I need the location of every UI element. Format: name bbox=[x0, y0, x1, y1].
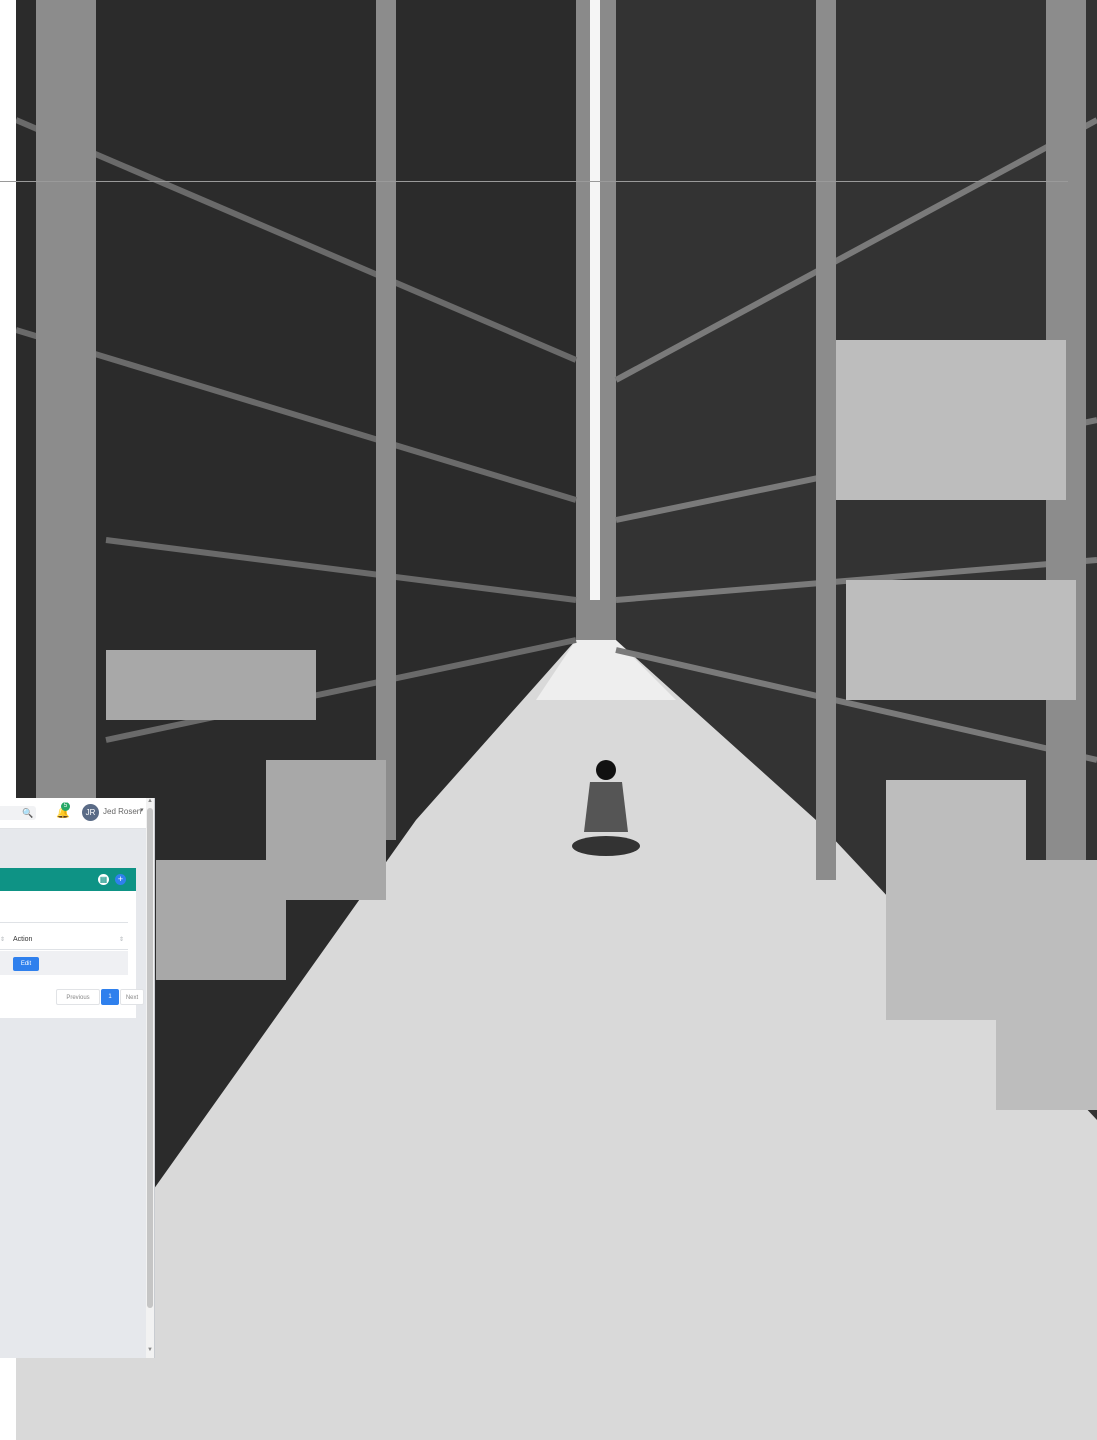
notification-badge: 5 bbox=[61, 802, 70, 811]
next-page-button[interactable]: Next bbox=[120, 989, 144, 1005]
search-icon[interactable]: 🔍 bbox=[22, 806, 33, 820]
page-1-button[interactable]: 1 bbox=[101, 989, 119, 1005]
plus-icon[interactable]: + bbox=[115, 874, 126, 885]
warehouse-background-photo bbox=[16, 0, 1097, 1440]
sort-icon[interactable]: ⇕ bbox=[119, 936, 124, 943]
user-name[interactable]: Jed Rosen bbox=[103, 807, 141, 816]
warehouse-illustration bbox=[16, 0, 1097, 1440]
avatar[interactable]: JR bbox=[82, 804, 99, 821]
divider bbox=[0, 922, 128, 923]
scroll-up-icon[interactable]: ▲ bbox=[147, 798, 153, 804]
chevron-down-icon[interactable]: ▾ bbox=[140, 806, 144, 814]
edit-button[interactable]: Edit bbox=[13, 957, 39, 971]
horizontal-divider bbox=[0, 181, 1068, 182]
sort-icon[interactable]: ⇕ bbox=[0, 936, 5, 943]
divider bbox=[0, 949, 128, 950]
scroll-down-icon[interactable]: ▼ bbox=[147, 1347, 153, 1353]
scrollbar-thumb[interactable] bbox=[147, 808, 153, 1308]
top-navbar: 🔍 🔔 5 JR Jed Rosen ▾ bbox=[0, 798, 146, 829]
column-header-action[interactable]: Action bbox=[13, 936, 32, 943]
app-window: 🔍 🔔 5 JR Jed Rosen ▾ ▦ + ⇕ Action ⇕ Edit… bbox=[0, 798, 155, 1358]
previous-page-button[interactable]: Previous bbox=[56, 989, 100, 1005]
grid-icon[interactable]: ▦ bbox=[98, 874, 109, 885]
